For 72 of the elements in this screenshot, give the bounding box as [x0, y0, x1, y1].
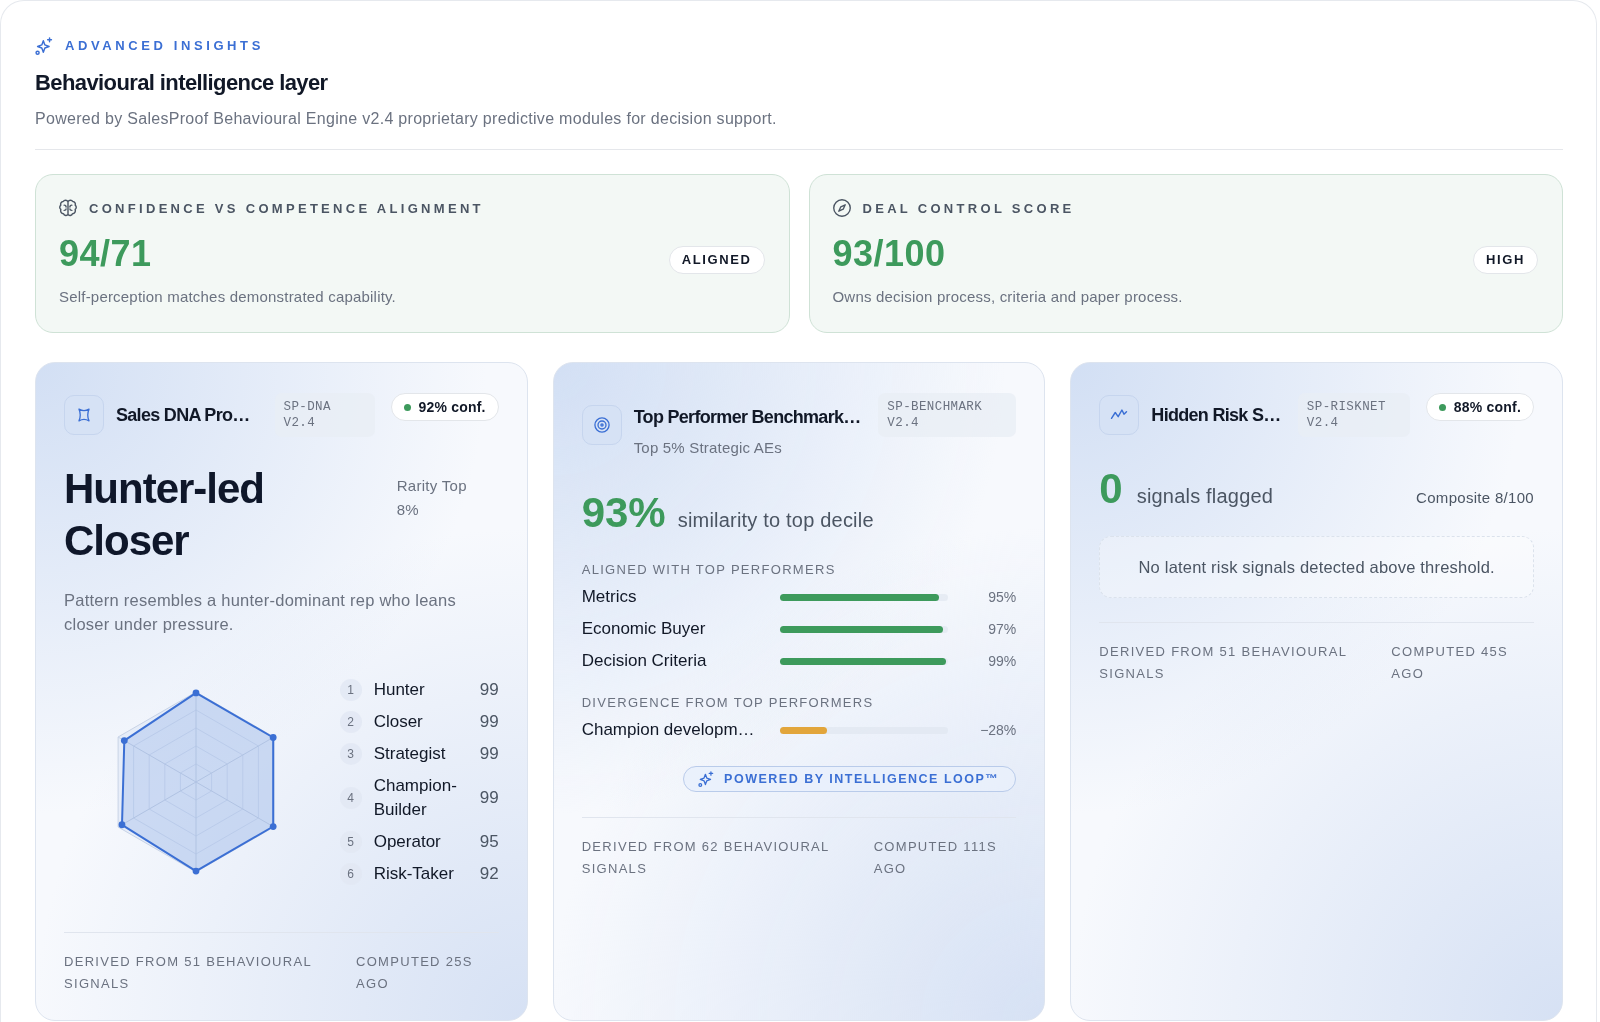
trait-score: 99: [479, 679, 499, 701]
metric-name: Metrics: [581, 587, 637, 607]
similarity-caption: similarity to top decile: [677, 509, 874, 532]
section-eyebrow: ADVANCED INSIGHTS: [65, 37, 264, 55]
computed-note: COMPUTED 111S AGO: [873, 838, 998, 878]
score-value: 93/100: [832, 234, 946, 274]
trait-score: 99: [479, 711, 499, 733]
score-value: 94/71: [59, 234, 152, 274]
computed-note: COMPUTED 25S AGO: [356, 953, 474, 993]
derived-note: DERIVED FROM 51 BEHAVIOURAL SIGNALS: [1099, 643, 1348, 683]
composite-score: Composite 8/100: [1416, 489, 1534, 506]
trait-name: Closer: [373, 711, 423, 733]
version-chip: SP-RISKNET V2.4: [1297, 393, 1410, 437]
card-label: CONFIDENCE VS COMPETENCE ALIGNMENT: [89, 200, 484, 216]
page-subtitle: Powered by SalesProof Behavioural Engine v2.4 proprietary predictive modules for decision support.: [35, 109, 777, 129]
brain-icon: [59, 199, 77, 217]
compass-icon: [832, 199, 851, 217]
metric-value: 99%: [988, 653, 1017, 669]
status-dot-icon: [1438, 403, 1446, 411]
metric-name: Champion developm…: [581, 720, 755, 740]
target-icon: [581, 405, 622, 445]
trait-name: Champion-Builder: [373, 775, 458, 821]
version-chip: SP-BENCHMARK V2.4: [878, 393, 1017, 437]
rank-number: 3: [339, 743, 362, 765]
empty-state-message: No latent risk signals detected above threshold.: [1099, 536, 1534, 598]
status-badge: ALIGNED: [668, 246, 765, 274]
rank-number: 5: [339, 831, 362, 853]
confidence-label: 92% conf.: [418, 399, 486, 415]
trait-score: 99: [479, 787, 499, 809]
sparkles-icon: [35, 37, 53, 55]
profile-headline: Hunter-led Closer: [64, 464, 265, 566]
trait-name: Strategist: [373, 743, 446, 765]
module-title: Hidden Risk S…: [1151, 404, 1281, 427]
rarity-label: Rarity Top 8%: [396, 476, 468, 520]
powered-by-label: POWERED BY INTELLIGENCE LOOP™: [724, 771, 1000, 787]
trait-name: Risk-Taker: [373, 863, 454, 885]
card-label: DEAL CONTROL SCORE: [862, 200, 1075, 216]
metric-value: 97%: [988, 621, 1017, 637]
signal-caption: signals flagged: [1136, 485, 1274, 508]
module-title: Top Performer Benchmark…: [633, 406, 861, 429]
card-description: Owns decision process, criteria and paper process.: [832, 287, 1183, 307]
section-label: ALIGNED WITH TOP PERFORMERS: [581, 561, 836, 579]
trait-score: 92: [479, 863, 499, 885]
section-label: DIVERGENCE FROM TOP PERFORMERS: [581, 694, 874, 712]
metric-name: Decision Criteria: [581, 651, 707, 671]
trait-name: Operator: [373, 831, 441, 853]
trait-name: Hunter: [373, 679, 425, 701]
computed-note: COMPUTED 45S AGO: [1391, 643, 1510, 683]
concave-square-icon: [64, 395, 104, 435]
rank-number: 6: [339, 863, 362, 885]
version-chip: SP-DNA V2.4: [274, 393, 375, 437]
module-subtitle: Top 5% Strategic AEs: [633, 438, 783, 458]
rank-number: 1: [339, 679, 362, 701]
page-title: Behavioural intelligence layer: [35, 69, 328, 97]
card-description: Self-perception matches demonstrated capability.: [59, 287, 396, 307]
derived-note: DERIVED FROM 51 BEHAVIOURAL SIGNALS: [64, 953, 313, 993]
module-title: Sales DNA Pro…: [116, 404, 250, 427]
sparkles-icon: [698, 771, 715, 787]
rank-number: 4: [339, 787, 362, 809]
confidence-label: 88% conf.: [1453, 399, 1521, 415]
profile-description: Pattern resembles a hunter-dominant rep who leans closer under pressure.: [64, 590, 457, 635]
rank-number: 2: [339, 711, 362, 733]
status-badge: HIGH: [1473, 246, 1538, 274]
metric-name: Economic Buyer: [581, 619, 706, 639]
status-dot-icon: [403, 403, 411, 411]
similarity-value: 93%: [581, 489, 666, 537]
signal-count: 0: [1099, 465, 1123, 513]
trait-score: 95: [479, 831, 499, 853]
derived-note: DERIVED FROM 62 BEHAVIOURAL SIGNALS: [581, 838, 831, 878]
metric-value: −28%: [980, 722, 1017, 738]
trait-score: 99: [479, 743, 499, 765]
metric-value: 95%: [988, 589, 1017, 605]
